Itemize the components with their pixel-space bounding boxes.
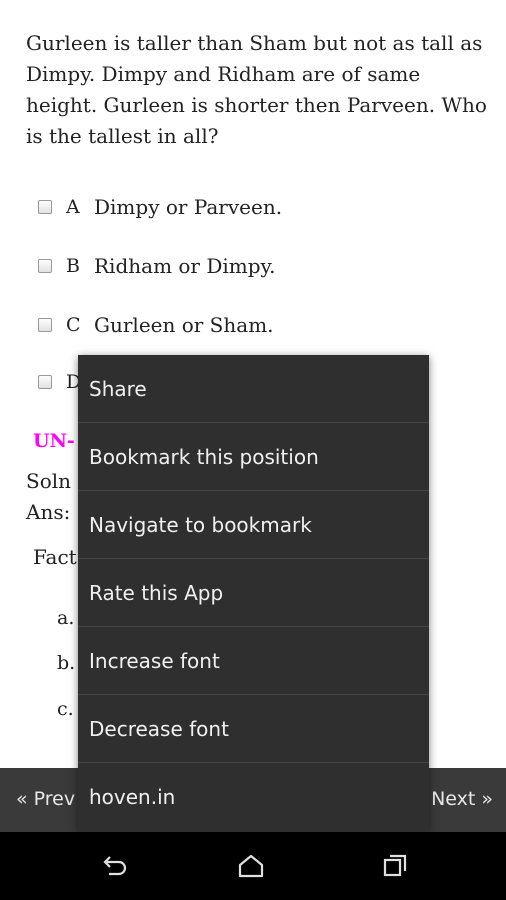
next-button[interactable]: Next » <box>431 788 493 810</box>
answer-label: Ans: <box>26 500 71 524</box>
menu-item-share[interactable]: Share <box>78 355 429 423</box>
menu-item-rate-app[interactable]: Rate this App <box>78 559 429 627</box>
list-item-b: b. <box>57 652 76 674</box>
option-b-letter: B <box>66 255 80 277</box>
option-a[interactable]: A Dimpy or Parveen. <box>38 193 282 221</box>
option-c[interactable]: C Gurleen or Sham. <box>38 311 274 339</box>
prev-button[interactable]: « Prev <box>16 788 75 810</box>
solution-label: Soln <box>26 469 72 493</box>
menu-item-navigate-bookmark[interactable]: Navigate to bookmark <box>78 491 429 559</box>
option-c-letter: C <box>66 314 81 336</box>
option-a-text: Dimpy or Parveen. <box>94 195 283 219</box>
recents-icon[interactable] <box>375 850 415 882</box>
option-a-letter: A <box>66 196 80 218</box>
menu-item-bookmark-position[interactable]: Bookmark this position <box>78 423 429 491</box>
menu-item-decrease-font[interactable]: Decrease font <box>78 695 429 763</box>
list-item-c: c. <box>57 698 74 720</box>
option-d-checkbox[interactable] <box>38 375 52 389</box>
option-b-checkbox[interactable] <box>38 259 52 273</box>
menu-item-increase-font[interactable]: Increase font <box>78 627 429 695</box>
facts-label: Fact <box>33 545 77 569</box>
option-c-text: Gurleen or Sham. <box>94 313 274 337</box>
section-label: UN- <box>33 430 75 452</box>
option-c-checkbox[interactable] <box>38 318 52 332</box>
overflow-menu: Share Bookmark this position Navigate to… <box>78 355 429 832</box>
question-text: Gurleen is taller than Sham but not as t… <box>26 31 487 148</box>
home-icon[interactable] <box>231 850 271 882</box>
system-navigation-bar <box>0 832 506 900</box>
menu-item-website[interactable]: hoven.in <box>78 763 429 831</box>
list-item-a: a. <box>57 607 75 629</box>
option-b[interactable]: B Ridham or Dimpy. <box>38 252 276 280</box>
back-icon[interactable] <box>94 850 134 882</box>
option-a-checkbox[interactable] <box>38 200 52 214</box>
option-b-text: Ridham or Dimpy. <box>94 254 276 278</box>
